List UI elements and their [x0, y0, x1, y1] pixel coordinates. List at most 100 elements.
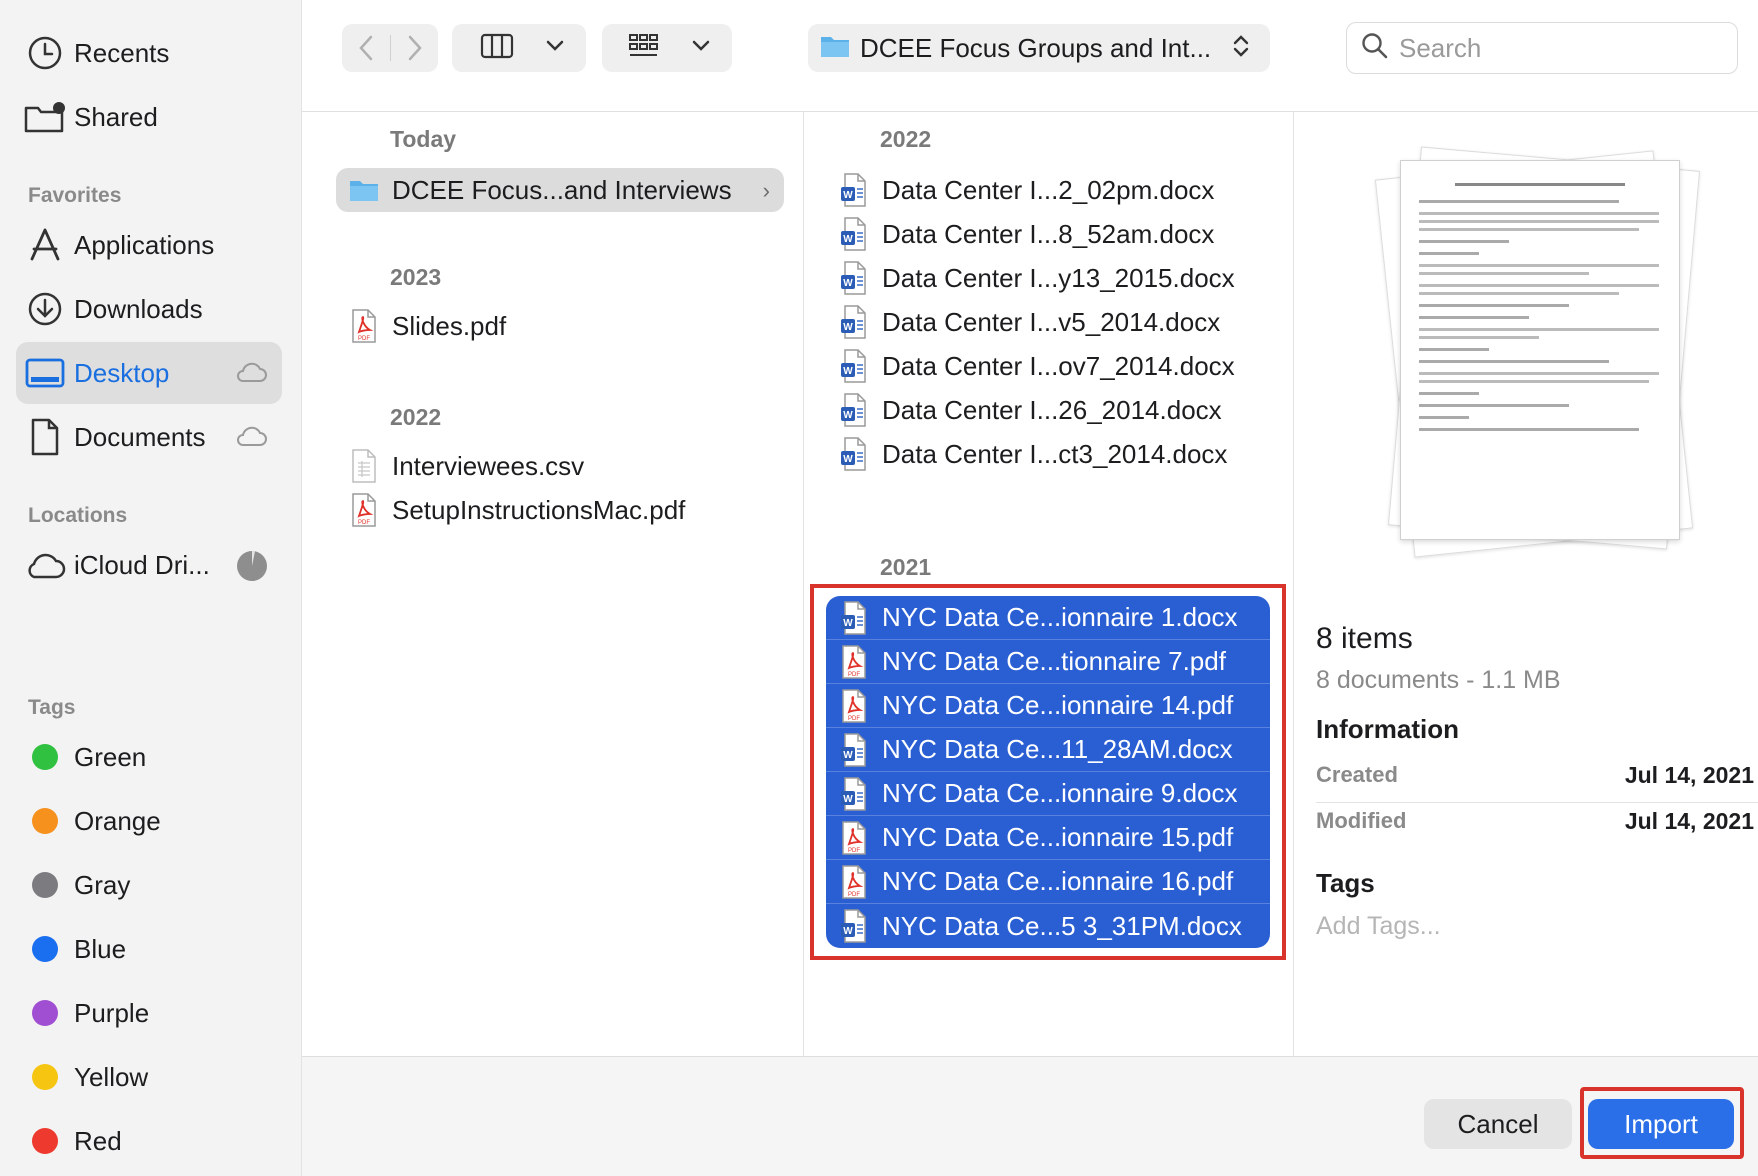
sidebar-tag-blue[interactable]: Blue	[16, 918, 282, 980]
file-name: Data Center I...v5_2014.docx	[882, 306, 1221, 337]
modified-label: Modified	[1316, 808, 1407, 833]
selection-count: 8 items	[1316, 622, 1413, 655]
applications-icon	[16, 227, 74, 263]
svg-text:W: W	[843, 190, 853, 201]
sidebar-item-label: Applications	[74, 229, 215, 260]
cancel-button[interactable]: Cancel	[1424, 1099, 1572, 1149]
svg-text:W: W	[843, 234, 853, 245]
tag-color-dot-icon	[16, 872, 74, 898]
search-input[interactable]	[1399, 32, 1719, 64]
sidebar-tag-purple[interactable]: Purple	[16, 982, 282, 1044]
group-by-button[interactable]	[602, 24, 732, 72]
document-stack-thumbnail	[1364, 134, 1704, 574]
back-arrow-icon[interactable]	[342, 35, 390, 61]
csv-document-icon	[348, 449, 380, 483]
word-document-icon: W	[838, 393, 870, 427]
file-row[interactable]: W Data Center I...y13_2015.docx	[826, 256, 1270, 300]
svg-text:W: W	[843, 366, 853, 377]
file-row[interactable]: Interviewees.csv	[336, 444, 784, 488]
section-header: Today	[390, 126, 457, 152]
sidebar-item-desktop[interactable]: Desktop	[16, 342, 282, 404]
created-label: Created	[1316, 762, 1398, 787]
word-document-icon: W	[838, 217, 870, 251]
sidebar-item-label: Documents	[74, 421, 206, 452]
sidebar-item-label: Orange	[74, 805, 161, 836]
word-document-icon: W	[838, 173, 870, 207]
toolbar: DCEE Focus Groups and Int...	[302, 0, 1758, 112]
column-folder-contents: 2022 W Data Center I...2_02pm.docx W Data Ce…	[804, 112, 1294, 1056]
sidebar-tag-green[interactable]: Green	[16, 726, 282, 788]
sidebar-tag-gray[interactable]: Gray	[16, 854, 282, 916]
file-row[interactable]: W Data Center I...26_2014.docx	[826, 388, 1270, 432]
bottom-bar: Cancel Import	[302, 1056, 1758, 1176]
sidebar-item-label: Shared	[74, 101, 158, 132]
tag-color-dot-icon	[16, 744, 74, 770]
preview-pane: 8 items 8 documents - 1.1 MB Information…	[1294, 112, 1758, 1056]
import-highlight-box	[1580, 1087, 1744, 1159]
selection-summary: 8 documents - 1.1 MB	[1316, 666, 1561, 694]
file-name: Data Center I...2_02pm.docx	[882, 174, 1215, 205]
file-row[interactable]: W Data Center I...v5_2014.docx	[826, 300, 1270, 344]
file-name: Data Center I...26_2014.docx	[882, 394, 1222, 425]
file-row[interactable]: W Data Center I...8_52am.docx	[826, 212, 1270, 256]
storage-pie-icon	[236, 550, 268, 587]
information-header: Information	[1316, 714, 1459, 744]
grid-icon	[628, 32, 660, 65]
modified-value: Jul 14, 2021	[1624, 808, 1754, 834]
chevron-right-icon: ›	[762, 178, 770, 203]
sidebar-item-label: Desktop	[74, 357, 170, 388]
folder-icon	[820, 34, 850, 63]
add-tags-field[interactable]: Add Tags...	[1316, 912, 1441, 941]
back-forward-control	[342, 24, 438, 72]
word-document-icon: W	[838, 349, 870, 383]
file-name: Interviewees.csv	[392, 450, 585, 481]
section-header: 2022	[880, 126, 932, 152]
column-view-icon	[480, 33, 514, 64]
file-row[interactable]: W Data Center I...ct3_2014.docx	[826, 432, 1270, 476]
created-value: Jul 14, 2021	[1624, 762, 1754, 788]
file-name: Data Center I...ct3_2014.docx	[882, 438, 1228, 469]
svg-text:W: W	[843, 322, 853, 333]
sidebar-item-label: Yellow	[74, 1061, 149, 1092]
svg-text:W: W	[843, 278, 853, 289]
file-name: Data Center I...y13_2015.docx	[882, 262, 1235, 293]
sidebar-item-recents[interactable]: Recents	[16, 22, 282, 84]
sidebar-item-applications[interactable]: Applications	[16, 214, 282, 276]
word-document-icon: W	[838, 261, 870, 295]
chevron-down-icon	[546, 39, 564, 57]
tag-color-dot-icon	[16, 1064, 74, 1090]
file-name: DCEE Focus...and Interviews	[392, 174, 732, 205]
sidebar-item-label: Gray	[74, 869, 131, 900]
sidebar-tag-red[interactable]: Red	[16, 1110, 282, 1172]
clock-icon	[16, 35, 74, 71]
section-header: 2023	[390, 264, 442, 290]
tag-color-dot-icon	[16, 1128, 74, 1154]
file-row[interactable]: PDF SetupInstructionsMac.pdf	[336, 488, 784, 532]
forward-arrow-icon[interactable]	[391, 35, 438, 61]
sidebar-item-downloads[interactable]: Downloads	[16, 278, 282, 340]
sidebar-item-documents[interactable]: Documents	[16, 406, 282, 468]
folder-row[interactable]: DCEE Focus...and Interviews ›	[336, 168, 784, 212]
file-row[interactable]: W Data Center I...ov7_2014.docx	[826, 344, 1270, 388]
sidebar-item-icloud-drive[interactable]: iCloud Dri...	[16, 534, 282, 596]
icloud-status-icon	[234, 424, 268, 453]
sidebar-item-label: iCloud Dri...	[74, 549, 210, 580]
download-icon	[16, 291, 74, 327]
sidebar-item-label: Purple	[74, 997, 150, 1028]
file-row[interactable]: PDF Slides.pdf	[336, 304, 784, 348]
view-mode-button[interactable]	[452, 24, 586, 72]
sidebar-item-shared[interactable]: Shared	[16, 86, 282, 148]
word-document-icon: W	[838, 305, 870, 339]
file-name: Data Center I...ov7_2014.docx	[882, 350, 1235, 381]
tag-color-dot-icon	[16, 936, 74, 962]
chevron-down-icon	[692, 39, 710, 57]
sidebar-tag-orange[interactable]: Orange	[16, 790, 282, 852]
sidebar-item-label: Green	[74, 741, 147, 772]
path-popup-button[interactable]: DCEE Focus Groups and Int...	[808, 24, 1270, 72]
file-row[interactable]: W Data Center I...2_02pm.docx	[826, 168, 1270, 212]
tags-header: Tags	[28, 696, 76, 719]
search-icon	[1361, 32, 1389, 65]
sidebar-tag-yellow[interactable]: Yellow	[16, 1046, 282, 1108]
cloud-icon	[16, 550, 74, 580]
icloud-status-icon	[234, 360, 268, 389]
